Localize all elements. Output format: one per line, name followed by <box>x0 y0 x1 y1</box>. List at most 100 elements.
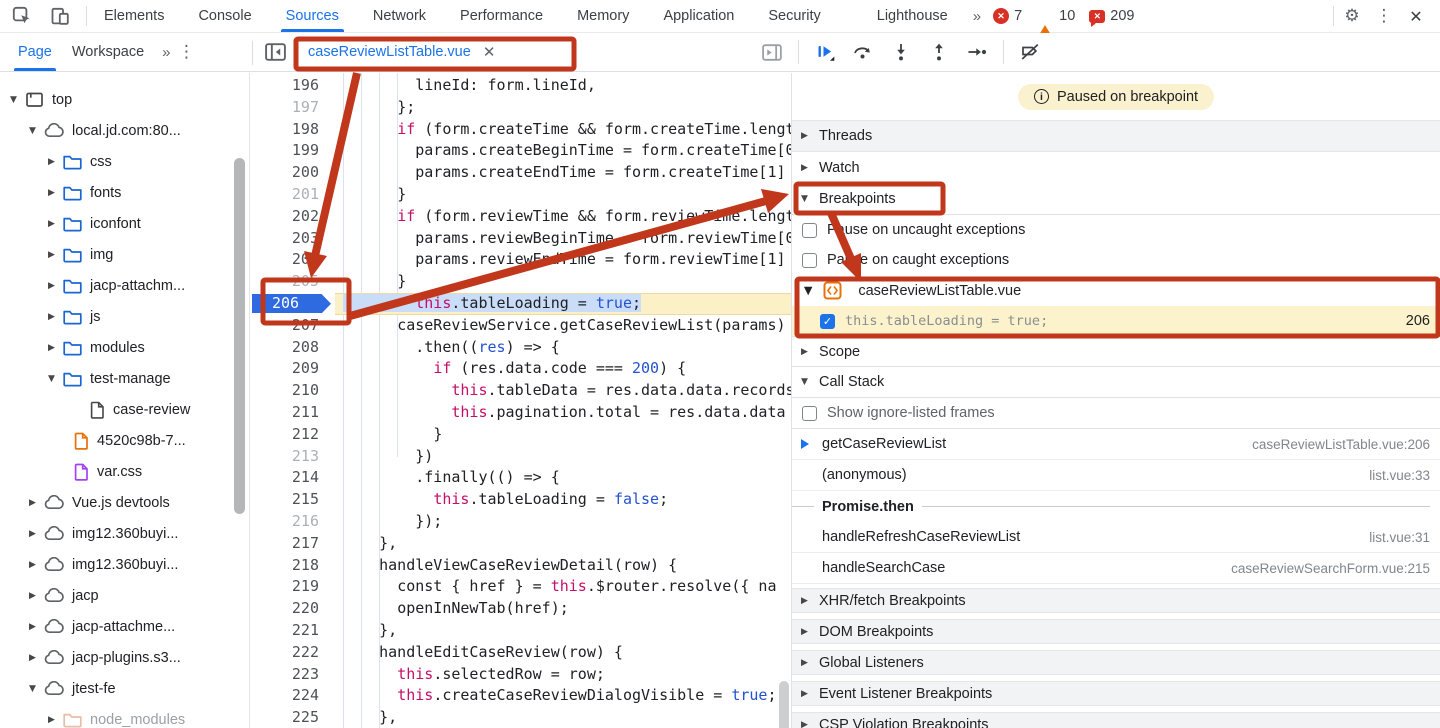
gutter-line-number[interactable]: 216 <box>250 511 335 533</box>
warning-count-badge[interactable]: ! 10 <box>1036 8 1075 24</box>
step-out-icon[interactable] <box>927 42 951 62</box>
tree-item-img12-360buyi[interactable]: ▶img12.360buyi... <box>0 549 249 580</box>
tree-item-var-css[interactable]: var.css <box>0 456 249 487</box>
navigator-scrollbar[interactable] <box>234 158 245 514</box>
code-line-201[interactable]: 201 } <box>250 184 791 206</box>
tree-item-jacp-attachm[interactable]: ▶jacp-attachm... <box>0 270 249 301</box>
tree-item-iconfont[interactable]: ▶iconfont <box>0 208 249 239</box>
checkbox-unchecked[interactable] <box>802 406 817 421</box>
code-line-202[interactable]: 202 if (form.reviewTime && form.reviewTi… <box>250 206 791 228</box>
stack-frame-anonymous[interactable]: (anonymous)list.vue:33 <box>792 460 1440 491</box>
gutter-line-number[interactable]: 210 <box>250 380 335 402</box>
checkbox-unchecked[interactable] <box>802 253 817 268</box>
pause-uncaught-exceptions-row[interactable]: Pause on uncaught exceptions <box>792 215 1440 245</box>
tree-item-img12-360buyi[interactable]: ▶img12.360buyi... <box>0 518 249 549</box>
section-csp-violation-breakpoints[interactable]: ▶CSP Violation Breakpoints <box>792 712 1440 728</box>
code-line-223[interactable]: 223 this.selectedRow = row; <box>250 664 791 686</box>
inspect-element-icon[interactable] <box>10 6 34 26</box>
gutter-line-number[interactable]: 219 <box>250 576 335 598</box>
gutter-line-number[interactable]: 205 <box>250 271 335 293</box>
chevron-right-icon[interactable]: ▶ <box>29 529 44 539</box>
breakpoint-group-header[interactable]: ▼ caseReviewListTable.vue <box>792 275 1440 306</box>
gutter-line-number[interactable]: 225 <box>250 707 335 728</box>
step-into-icon[interactable] <box>889 42 913 62</box>
code-line-220[interactable]: 220 openInNewTab(href); <box>250 598 791 620</box>
chevron-down-icon[interactable]: ▼ <box>29 684 44 694</box>
gutter-line-number[interactable]: 223 <box>250 664 335 686</box>
close-tab-icon[interactable]: ✕ <box>483 43 496 61</box>
section-dom-breakpoints[interactable]: ▶DOM Breakpoints <box>792 619 1440 644</box>
show-ignore-listed-frames-row[interactable]: Show ignore-listed frames <box>792 398 1440 429</box>
gutter-line-number[interactable]: 211 <box>250 402 335 424</box>
editor-tab-caseReviewListTable[interactable]: caseReviewListTable.vue ✕ <box>296 33 558 71</box>
gutter-line-number[interactable]: 208 <box>250 337 335 359</box>
panel-tab-application[interactable]: Application <box>646 0 751 32</box>
tree-item-js[interactable]: ▶js <box>0 301 249 332</box>
stack-frame-getcasereviewlist[interactable]: getCaseReviewListcaseReviewListTable.vue… <box>792 429 1440 460</box>
deactivate-breakpoints-icon[interactable] <box>1018 42 1042 62</box>
gutter-line-number[interactable]: 221 <box>250 620 335 642</box>
code-line-216[interactable]: 216 }); <box>250 511 791 533</box>
code-line-207[interactable]: 207 caseReviewService.getCaseReviewList(… <box>250 315 791 337</box>
settings-gear-icon[interactable]: ⚙ <box>1338 6 1366 26</box>
code-line-213[interactable]: 213 }) <box>250 446 791 468</box>
code-line-210[interactable]: 210 this.tableData = res.data.data.recor… <box>250 380 791 402</box>
tree-item-test-manage[interactable]: ▼test-manage <box>0 363 249 394</box>
code-line-214[interactable]: 214 .finally(() => { <box>250 467 791 489</box>
editor-scrollbar[interactable] <box>779 681 789 728</box>
gutter-line-number[interactable]: 199 <box>250 140 335 162</box>
gutter-line-number[interactable]: 220 <box>250 598 335 620</box>
gutter-line-number[interactable]: 202 <box>250 206 335 228</box>
chevron-right-icon[interactable]: ▶ <box>29 591 44 601</box>
section-threads[interactable]: ▶ Threads <box>792 121 1440 152</box>
panel-tab-elements[interactable]: Elements <box>87 0 181 32</box>
chevron-right-icon[interactable]: ▶ <box>48 157 63 167</box>
navigator-kebab-icon[interactable]: ⋮ <box>176 42 196 62</box>
panel-tab-performance[interactable]: Performance <box>443 0 560 32</box>
chevron-right-icon[interactable]: ▶ <box>48 281 63 291</box>
stack-frame-handlesearchcase[interactable]: handleSearchCasecaseReviewSearchForm.vue… <box>792 553 1440 584</box>
code-editor[interactable]: 196 lineId: form.lineId,197 };198 if (fo… <box>250 73 791 728</box>
chevron-down-icon[interactable]: ▼ <box>29 126 44 136</box>
panel-tab-lighthouse[interactable]: Lighthouse <box>860 0 965 32</box>
panel-tab-security[interactable]: Security <box>751 0 837 32</box>
code-line-212[interactable]: 212 } <box>250 424 791 446</box>
gutter-line-number[interactable]: 213 <box>250 446 335 468</box>
chevron-down-icon[interactable]: ▼ <box>801 377 811 387</box>
code-line-200[interactable]: 200 params.createEndTime = form.createTi… <box>250 162 791 184</box>
gutter-line-number[interactable]: 215 <box>250 489 335 511</box>
tree-item-4520c98b-7[interactable]: 4520c98b-7... <box>0 425 249 456</box>
code-line-196[interactable]: 196 lineId: form.lineId, <box>250 75 791 97</box>
more-tabs-chevron-icon[interactable]: » <box>965 8 987 25</box>
tree-item-node-modules[interactable]: ▶node_modules <box>0 704 249 728</box>
tree-item-img[interactable]: ▶img <box>0 239 249 270</box>
panel-tab-network[interactable]: Network <box>356 0 443 32</box>
section-xhr-fetch-breakpoints[interactable]: ▶XHR/fetch Breakpoints <box>792 588 1440 613</box>
gutter-line-number[interactable]: 214 <box>250 467 335 489</box>
tree-item-vue-js-devtools[interactable]: ▶Vue.js devtools <box>0 487 249 518</box>
chevron-down-icon[interactable]: ▼ <box>10 95 25 105</box>
chevron-right-icon[interactable]: ▶ <box>48 312 63 322</box>
gutter-line-number[interactable]: 197 <box>250 97 335 119</box>
section-global-listeners[interactable]: ▶Global Listeners <box>792 650 1440 675</box>
stack-frame-handlerefreshcasereviewlist[interactable]: handleRefreshCaseReviewListlist.vue:31 <box>792 522 1440 553</box>
resume-script-icon[interactable] <box>813 42 837 62</box>
code-line-209[interactable]: 209 if (res.data.code === 200) { <box>250 358 791 380</box>
section-breakpoints[interactable]: ▼ Breakpoints <box>792 183 1440 215</box>
tree-item-local-jd-com-80[interactable]: ▼local.jd.com:80... <box>0 115 249 146</box>
code-line-218[interactable]: 218 handleViewCaseReviewDetail(row) { <box>250 555 791 577</box>
chevron-down-icon[interactable]: ▼ <box>801 194 811 204</box>
tree-item-jacp[interactable]: ▶jacp <box>0 580 249 611</box>
checkbox-unchecked[interactable] <box>802 223 817 238</box>
issues-count-badge[interactable]: ✕ 209 <box>1089 8 1134 24</box>
panel-tab-memory[interactable]: Memory <box>560 0 646 32</box>
code-line-225[interactable]: 225 }, <box>250 707 791 728</box>
gutter-line-number[interactable]: 198 <box>250 119 335 141</box>
kebab-menu-icon[interactable]: ⋮ <box>1370 6 1398 26</box>
code-line-203[interactable]: 203 params.reviewBeginTime = form.review… <box>250 228 791 250</box>
code-line-221[interactable]: 221 }, <box>250 620 791 642</box>
stack-frame-promise-then[interactable]: Promise.then <box>792 491 1440 522</box>
section-watch[interactable]: ▶ Watch <box>792 152 1440 183</box>
chevron-right-icon[interactable]: ▶ <box>29 498 44 508</box>
chevron-right-icon[interactable]: ▶ <box>48 715 63 725</box>
